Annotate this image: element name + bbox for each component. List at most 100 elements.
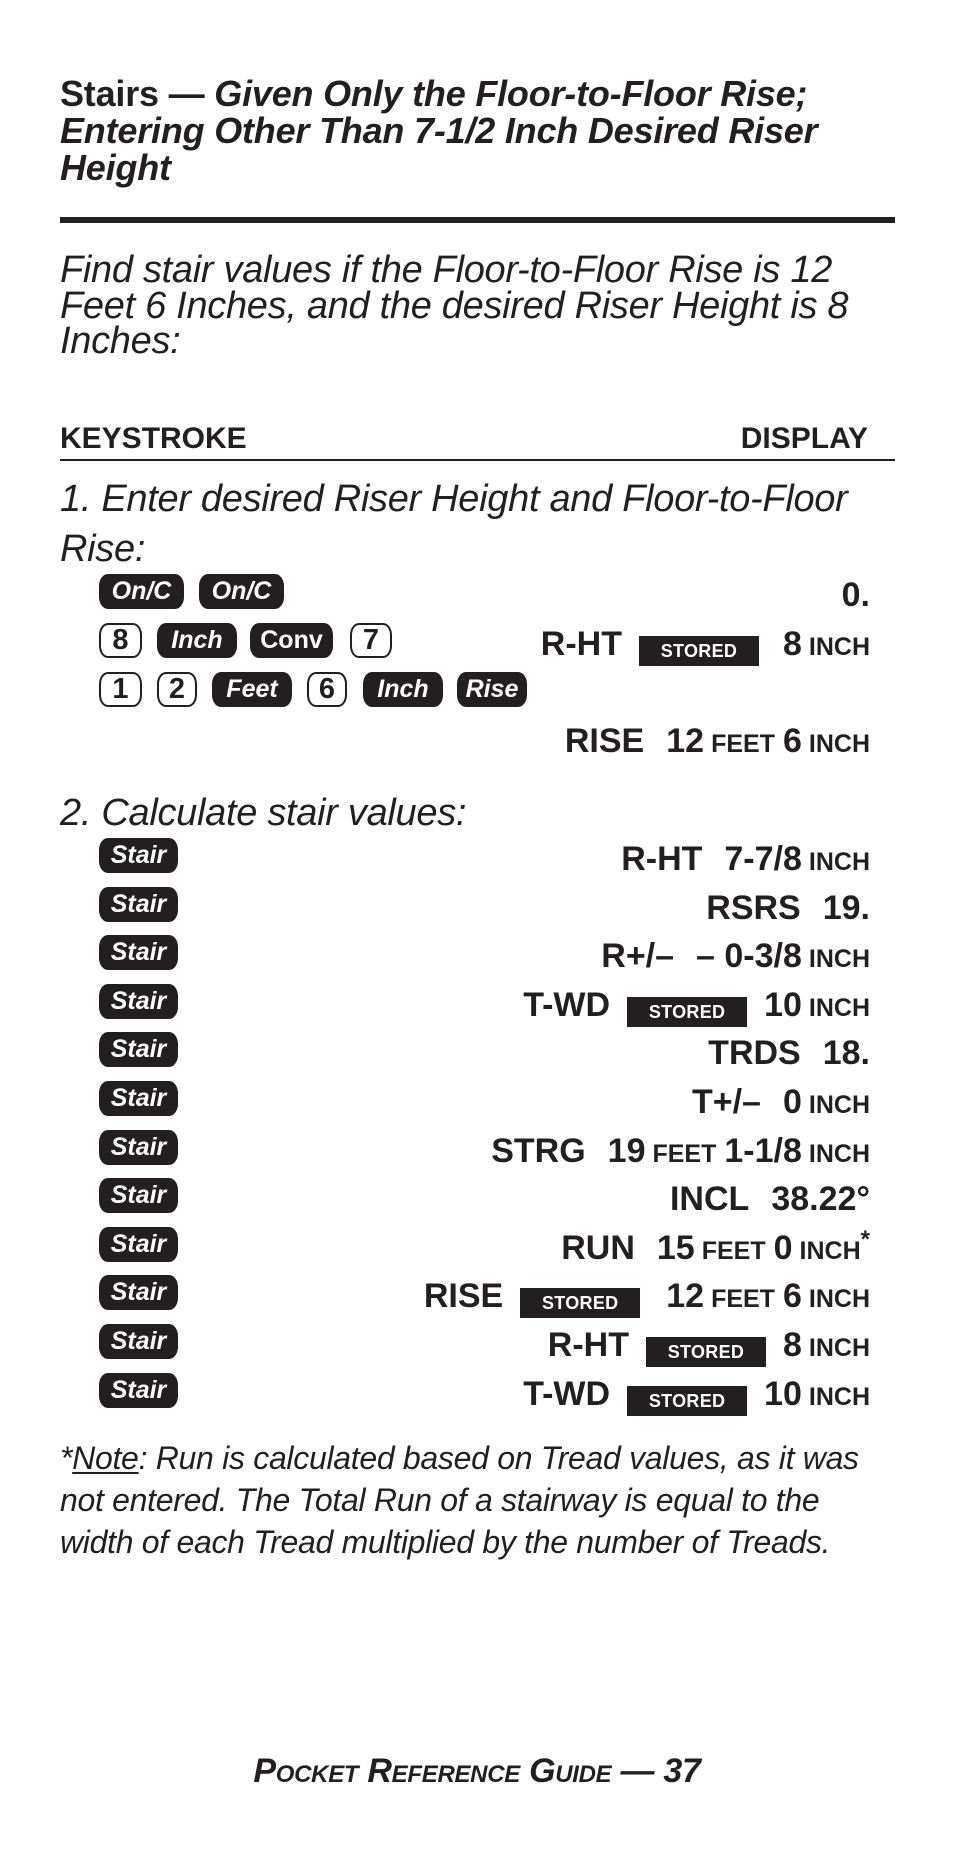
key-7[interactable]: 7 [350,623,392,658]
display-value: 6 [782,722,802,760]
display-label: TRDS [708,1034,801,1072]
display-unit: INCH [808,730,870,758]
display-value: 7-7/8 [724,840,802,878]
key-stair[interactable]: Stair [99,1130,178,1165]
display-value: 8 [782,625,802,663]
display-unit: INCH [799,1237,861,1265]
display-label: T-WD [523,986,611,1024]
key-inch[interactable]: Inch [157,623,237,658]
display-header: DISPLAY [740,422,868,455]
display-row: TRDS 18. [708,1033,870,1073]
keystroke-header: KEYSTROKE [60,422,247,455]
display-unit: INCH [808,848,870,876]
key-on-c[interactable]: On/C [199,574,284,609]
display-unit: INCH [808,994,870,1022]
key-stair[interactable]: Stair [99,1032,178,1067]
display-label: INCL [669,1180,750,1218]
display-row: T-WD STORED 10 INCH [523,1374,870,1417]
display-label: RISE [564,722,645,760]
stored-badge: STORED [520,1288,641,1318]
display-value: 19 [607,1132,646,1170]
display-value: 0. [841,576,870,614]
display-row: RISE 12 FEET 6 INCH [565,721,870,764]
display-value: 10 [764,986,802,1024]
footnote-asterisk: * [60,1440,73,1476]
key-6[interactable]: 6 [307,672,347,707]
display-unit: FEET [701,1237,766,1265]
display-value: 0 [773,1229,793,1267]
display-value: 19. [822,889,870,927]
display-row: T-WD STORED 10 INCH [523,985,870,1028]
page-title: Stairs — Given Only the Floor-to-Floor R… [60,75,900,186]
title-prefix: Stairs — [60,73,215,114]
key-stair[interactable]: Stair [99,838,178,873]
key-inch[interactable]: Inch [363,672,443,707]
display-value: 8 [782,1326,802,1364]
stored-badge: STORED [627,997,748,1027]
display-row: R+/– – 0-3/8 INCH [601,936,870,979]
intro-text: Find stair values if the Floor-to-Floor … [60,249,849,362]
key-8[interactable]: 8 [99,623,142,658]
display-row: 0. [842,575,870,615]
page-footer: Pocket Reference Guide — 37 [253,1752,701,1790]
stored-badge: STORED [645,1337,766,1367]
display-value: 12 [666,722,705,760]
display-label: STRG [491,1132,586,1170]
footnote-label: Note [72,1440,139,1476]
display-label: RISE [423,1277,504,1315]
display-row: R-HT 7-7/8 INCH [621,839,870,882]
display-value: 15 [656,1229,695,1267]
display-row: R-HT STORED 8 INCH [541,624,870,667]
key-1[interactable]: 1 [99,672,142,707]
display-label: T+/– [691,1083,761,1121]
display-label: R-HT [621,840,703,878]
display-value: 12 [666,1277,705,1315]
stored-badge: STORED [627,1386,748,1416]
step-2-label: 2. Calculate stair values: [60,792,467,834]
key-feet[interactable]: Feet [212,672,292,707]
key-stair[interactable]: Stair [99,1178,178,1213]
key-stair[interactable]: Stair [99,1324,178,1359]
key-stair[interactable]: Stair [99,1227,178,1262]
footnote-marker: * [860,1226,870,1253]
display-label: RSRS [706,889,801,927]
footnote: *Note: Run is calculated based on Tread … [60,1437,900,1563]
display-unit: FEET [711,1285,775,1313]
display-value: 0 [782,1083,802,1121]
display-row: RISE STORED 12 FEET 6 INCH [424,1276,870,1319]
display-unit: INCH [808,633,870,661]
display-unit: INCH [808,1285,870,1313]
header-divider [60,459,895,461]
display-value: 18. [822,1034,870,1072]
display-row: RUN 15 FEET 0 INCH * [561,1226,870,1272]
key-stair[interactable]: Stair [99,1373,178,1408]
key-stair[interactable]: Stair [99,887,178,922]
display-value: 38.22° [771,1180,870,1218]
key-2[interactable]: 2 [157,672,197,707]
key-stair[interactable]: Stair [99,935,178,970]
display-unit: INCH [808,945,870,973]
key-stair[interactable]: Stair [99,984,178,1019]
step-1-label: 1. Enter desired Riser Height and Floor-… [60,478,848,570]
display-unit: INCH [808,1383,870,1411]
display-row: INCL 38.22° [670,1179,870,1219]
title-divider [60,217,895,223]
display-unit: FEET [652,1140,717,1168]
key-conv[interactable]: Conv [250,623,333,658]
display-label: R-HT [540,625,622,663]
display-value: 10 [764,1375,802,1413]
stored-badge: STORED [638,636,759,666]
display-label: R+/– [601,937,675,975]
key-stair[interactable]: Stair [99,1275,178,1310]
display-row: T+/– 0 INCH [692,1082,870,1125]
key-on-c[interactable]: On/C [99,574,184,609]
column-headers: KEYSTROKE DISPLAY [60,424,868,454]
key-stair[interactable]: Stair [99,1081,178,1116]
display-unit: INCH [808,1334,870,1362]
display-row: STRG 19 FEET 1-1/8 INCH [491,1131,870,1174]
display-row: RSRS 19. [706,888,870,928]
footnote-text: : Run is calculated based on Tread value… [60,1440,859,1560]
display-value: 6 [782,1277,802,1315]
display-unit: FEET [711,730,775,758]
key-rise[interactable]: Rise [457,672,527,707]
